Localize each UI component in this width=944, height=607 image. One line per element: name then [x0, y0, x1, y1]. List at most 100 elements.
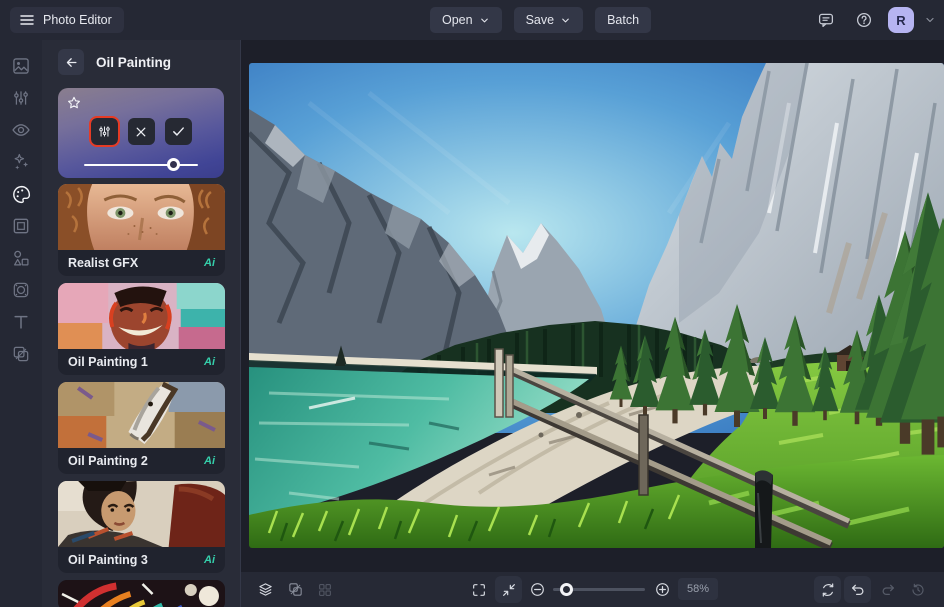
topbar: Photo Editor Open Save Batch R	[0, 0, 944, 40]
effect-label-bar: Oil Painting 2 Ai	[58, 448, 225, 474]
adjust-icon	[97, 124, 112, 139]
help-button[interactable]	[850, 6, 878, 34]
zoom-in-button[interactable]	[649, 576, 676, 603]
tool-collage[interactable]	[0, 338, 42, 370]
tool-text[interactable]	[0, 306, 42, 338]
oil-painting-3-thumbnail	[58, 481, 225, 547]
account-menu-button[interactable]	[924, 14, 936, 26]
fit-screen-icon	[501, 582, 517, 598]
effect-label-bar: Realist GFX Ai	[58, 250, 225, 276]
ai-badge: Ai	[204, 257, 215, 269]
effect-label-bar: Oil Painting 3 Ai	[58, 547, 225, 573]
feedback-icon	[817, 11, 835, 29]
palette-icon	[11, 184, 32, 205]
tool-photo[interactable]	[0, 50, 42, 82]
redo-icon	[880, 582, 896, 598]
compare-icon	[287, 581, 304, 598]
sparkles-icon	[11, 152, 31, 172]
canvas-image-oil-painting-landscape[interactable]	[249, 63, 944, 548]
shapes-icon	[11, 248, 31, 268]
chevron-down-icon	[479, 15, 490, 26]
effect-intensity-slider[interactable]	[84, 158, 198, 171]
favorite-button[interactable]	[66, 95, 82, 114]
user-avatar[interactable]: R	[888, 7, 914, 33]
active-effect-card[interactable]	[58, 88, 224, 178]
zoom-in-icon	[654, 581, 671, 598]
hamburger-icon	[19, 12, 35, 28]
save-button[interactable]: Save	[514, 7, 584, 33]
slider-knob[interactable]	[560, 583, 573, 596]
tool-rail	[0, 40, 42, 607]
slider-knob[interactable]	[167, 158, 180, 171]
canvas-zoom-slider[interactable]	[553, 583, 645, 596]
panel-title: Oil Painting	[96, 55, 171, 70]
effect-name: Realist GFX	[68, 256, 138, 270]
workspace	[241, 40, 944, 572]
check-icon	[171, 124, 186, 139]
layers-button[interactable]	[252, 576, 279, 603]
realist-gfx-thumbnail	[58, 184, 225, 250]
fullscreen-button[interactable]	[465, 576, 492, 603]
fullscreen-icon	[471, 582, 487, 598]
zoom-level-badge[interactable]: 58%	[678, 578, 718, 600]
panel-header: Oil Painting	[42, 40, 240, 83]
feedback-button[interactable]	[812, 6, 840, 34]
tool-effects[interactable]	[0, 178, 42, 210]
tool-adjust[interactable]	[0, 82, 42, 114]
refresh-button[interactable]	[814, 576, 841, 603]
effect-apply-button[interactable]	[165, 118, 192, 145]
grid-view-button[interactable]	[311, 576, 338, 603]
zoom-out-icon	[529, 581, 546, 598]
frame-icon	[11, 216, 31, 236]
effect-name: Oil Painting 1	[68, 355, 148, 369]
statusbar: 58%	[241, 572, 944, 607]
eye-icon	[11, 120, 31, 140]
tool-crop-frame[interactable]	[0, 210, 42, 242]
effect-name: Oil Painting 3	[68, 553, 148, 567]
effect-adjust-button[interactable]	[91, 118, 118, 145]
layers-icon	[257, 581, 274, 598]
tool-elements[interactable]	[0, 242, 42, 274]
chevron-down-icon	[924, 14, 936, 26]
tool-frames[interactable]	[0, 274, 42, 306]
help-icon	[855, 11, 873, 29]
history-button[interactable]	[904, 576, 931, 603]
undo-button[interactable]	[844, 576, 871, 603]
history-icon	[910, 582, 926, 598]
arrow-left-icon	[64, 55, 79, 70]
chevron-down-icon	[560, 15, 571, 26]
zoom-out-button[interactable]	[524, 576, 551, 603]
ai-badge: Ai	[204, 554, 215, 566]
file-actions: Open Save Batch	[430, 7, 651, 33]
abstract-thumbnail	[58, 580, 225, 607]
back-button[interactable]	[58, 49, 84, 75]
sync-icon	[820, 582, 836, 598]
grid-icon	[317, 582, 333, 598]
main-menu-button[interactable]: Photo Editor	[10, 7, 124, 33]
effect-cancel-button[interactable]	[128, 118, 155, 145]
compare-button[interactable]	[282, 576, 309, 603]
ai-badge: Ai	[204, 356, 215, 368]
undo-icon	[850, 582, 866, 598]
text-icon	[11, 312, 31, 332]
effect-name: Oil Painting 2	[68, 454, 148, 468]
effect-card-oil-painting-3[interactable]: Oil Painting 3 Ai	[58, 481, 225, 573]
batch-button[interactable]: Batch	[595, 7, 651, 33]
ai-badge: Ai	[204, 455, 215, 467]
fit-screen-button[interactable]	[495, 576, 522, 603]
effect-card-oil-painting-1[interactable]: Oil Painting 1 Ai	[58, 283, 225, 375]
effect-card-realist-gfx[interactable]: Realist GFX Ai	[58, 184, 225, 276]
active-effect-controls	[58, 118, 224, 145]
open-button[interactable]: Open	[430, 7, 502, 33]
effect-label-bar: Oil Painting 1 Ai	[58, 349, 225, 375]
adjust-icon	[11, 88, 31, 108]
slider-track	[84, 164, 198, 167]
tool-ai-magic[interactable]	[0, 146, 42, 178]
app-title: Photo Editor	[43, 13, 112, 27]
effect-card-oil-painting-2[interactable]: Oil Painting 2 Ai	[58, 382, 225, 474]
ornament-frame-icon	[11, 280, 31, 300]
photo-icon	[11, 56, 31, 76]
tool-retouch[interactable]	[0, 114, 42, 146]
effect-card-partial[interactable]	[58, 580, 225, 607]
redo-button[interactable]	[874, 576, 901, 603]
